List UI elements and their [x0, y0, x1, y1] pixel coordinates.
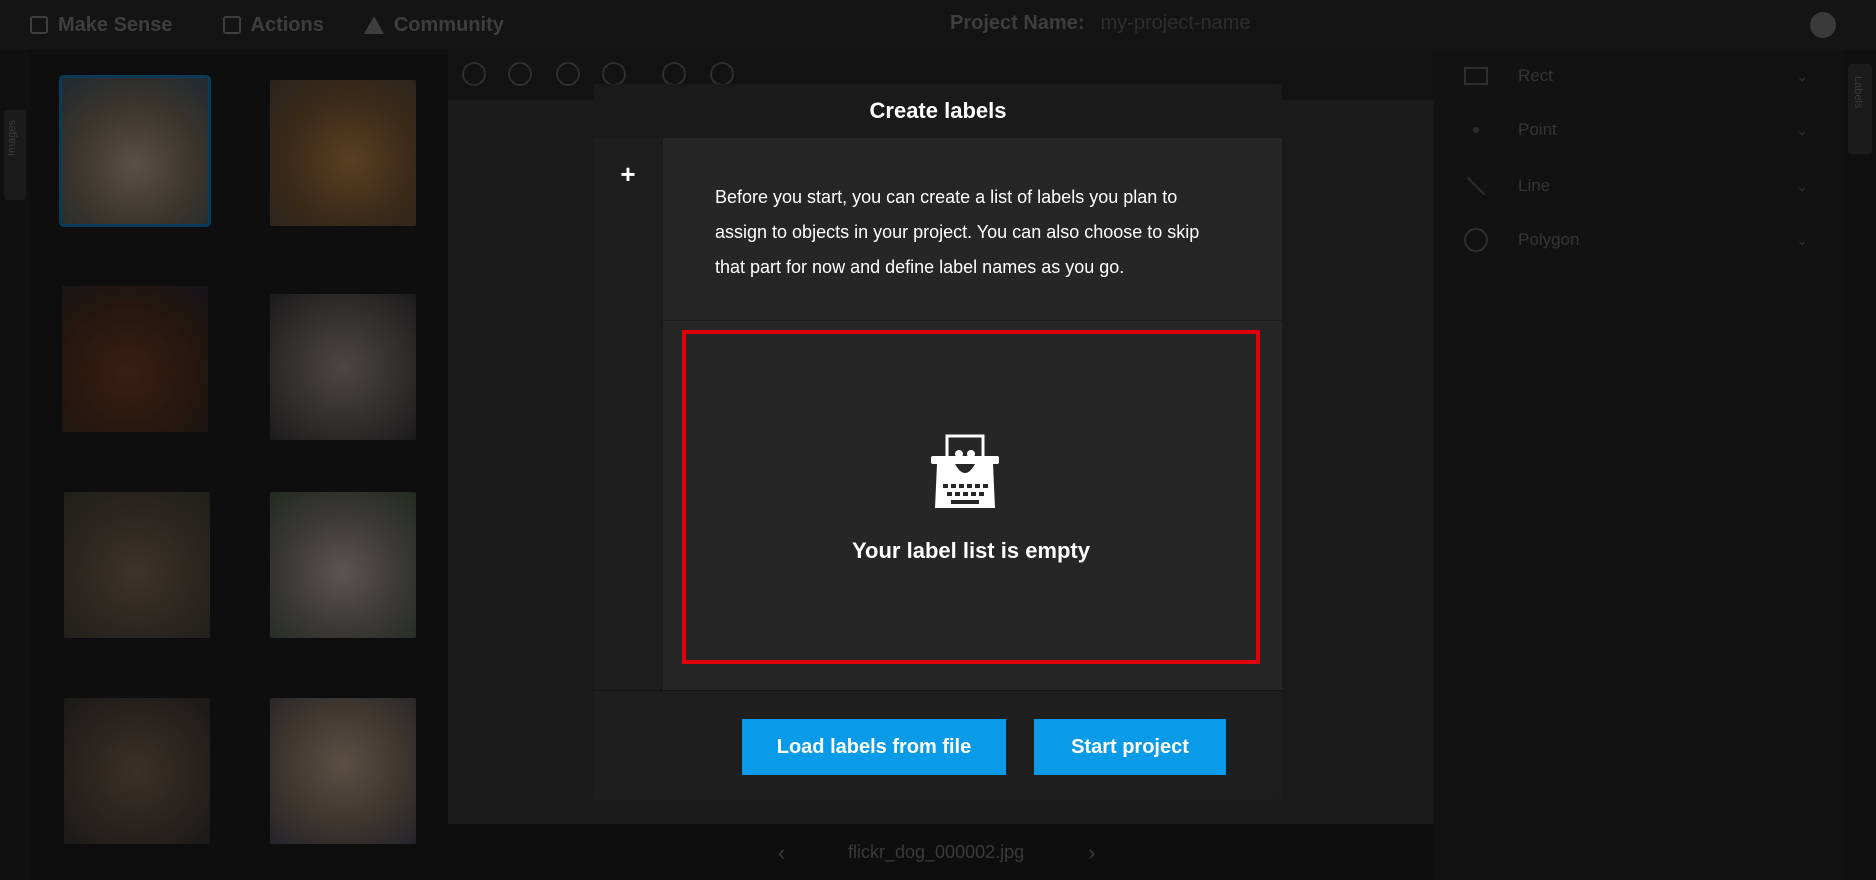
tool-line[interactable]: Line ⌄ [1434, 160, 1844, 212]
hand-icon[interactable] [662, 62, 686, 86]
github-icon[interactable] [1810, 12, 1836, 38]
community-icon [363, 16, 384, 34]
crosshair-icon[interactable] [710, 62, 734, 86]
actions-menu[interactable]: Actions [222, 13, 324, 37]
actions-label: Actions [250, 13, 324, 36]
line-icon [1466, 176, 1486, 196]
tool-point[interactable]: Point ⌄ [1434, 104, 1844, 156]
project-name: Project Name: my-project-name [950, 12, 1251, 35]
modal-header: Create labels [594, 84, 1282, 138]
create-labels-modal: Create labels + Before you start, you ca… [594, 84, 1282, 800]
right-side-strip: Labels [1844, 50, 1876, 880]
next-image-icon[interactable]: › [1088, 840, 1095, 866]
thumbnail-image[interactable] [64, 492, 210, 638]
community-label: Community [393, 13, 504, 36]
project-name-input[interactable]: my-project-name [1101, 12, 1251, 35]
typewriter-icon [931, 434, 999, 508]
empty-list-text: Your label list is empty [852, 538, 1090, 563]
modal-title: Create labels [869, 98, 1007, 123]
labels-tab[interactable]: Labels [1848, 64, 1872, 154]
top-bar: Make Sense Actions Community Project Nam… [0, 0, 1876, 50]
current-filename: flickr_dog_000002.jpg [848, 842, 1025, 862]
start-project-button[interactable]: Start project [1034, 719, 1226, 775]
tool-point-label: Point [1518, 120, 1557, 139]
tool-polygon[interactable]: Polygon ⌄ [1434, 214, 1844, 266]
chevron-down-icon: ⌄ [1796, 231, 1808, 248]
image-thumbnail-list [30, 50, 448, 880]
chevron-down-icon: ⌄ [1796, 121, 1808, 138]
zoom-max-icon[interactable] [602, 62, 626, 86]
chevron-down-icon: ⌄ [1796, 177, 1808, 194]
empty-label-list-highlight: Your label list is empty [682, 330, 1260, 664]
tool-rect[interactable]: Rect ⌄ [1434, 50, 1844, 102]
logo-icon [30, 16, 48, 34]
label-tools-panel: Rect ⌄ Point ⌄ Line ⌄ Polygon ⌄ [1434, 50, 1844, 880]
rect-icon [1464, 67, 1488, 85]
zoom-fit-icon[interactable] [556, 62, 580, 86]
polygon-icon [1464, 228, 1488, 252]
tool-polygon-label: Polygon [1518, 230, 1580, 249]
thumbnail-image[interactable] [59, 75, 211, 227]
images-tab[interactable]: Images [4, 110, 26, 200]
thumbnail-image[interactable] [62, 286, 208, 432]
add-label-button[interactable]: + [616, 161, 640, 187]
tool-line-label: Line [1518, 176, 1551, 195]
left-side-strip: Images [0, 50, 30, 880]
modal-content: Before you start, you can create a list … [663, 138, 1282, 690]
modal-footer: Load labels from file Start project [594, 690, 1282, 800]
zoom-out-icon[interactable] [508, 62, 532, 86]
modal-side-toolbar: + [594, 138, 662, 690]
community-menu[interactable]: Community [363, 13, 504, 37]
actions-icon [222, 16, 241, 34]
thumbnail-image[interactable] [270, 294, 416, 440]
zoom-in-icon[interactable] [462, 62, 486, 86]
images-tab-label: Images [6, 120, 18, 157]
load-labels-from-file-button[interactable]: Load labels from file [742, 719, 1006, 775]
modal-message: Before you start, you can create a list … [715, 187, 1200, 277]
previous-image-icon[interactable]: ‹ [778, 840, 785, 866]
editor-bottom-bar: ‹ flickr_dog_000002.jpg › [448, 824, 1434, 880]
thumbnail-image[interactable] [270, 80, 416, 226]
project-name-label: Project Name: [950, 12, 1085, 34]
label-list: Your label list is empty [663, 321, 1282, 690]
thumbnail-image[interactable] [270, 492, 416, 638]
brand-menu[interactable]: Make Sense [30, 14, 173, 37]
chevron-down-icon: ⌄ [1796, 67, 1808, 84]
brand-label: Make Sense [58, 13, 173, 36]
thumbnail-image[interactable] [64, 698, 210, 844]
tool-rect-label: Rect [1518, 66, 1553, 85]
thumbnail-image[interactable] [270, 698, 416, 844]
labels-tab-label: Labels [1852, 76, 1864, 109]
point-icon [1473, 127, 1479, 133]
